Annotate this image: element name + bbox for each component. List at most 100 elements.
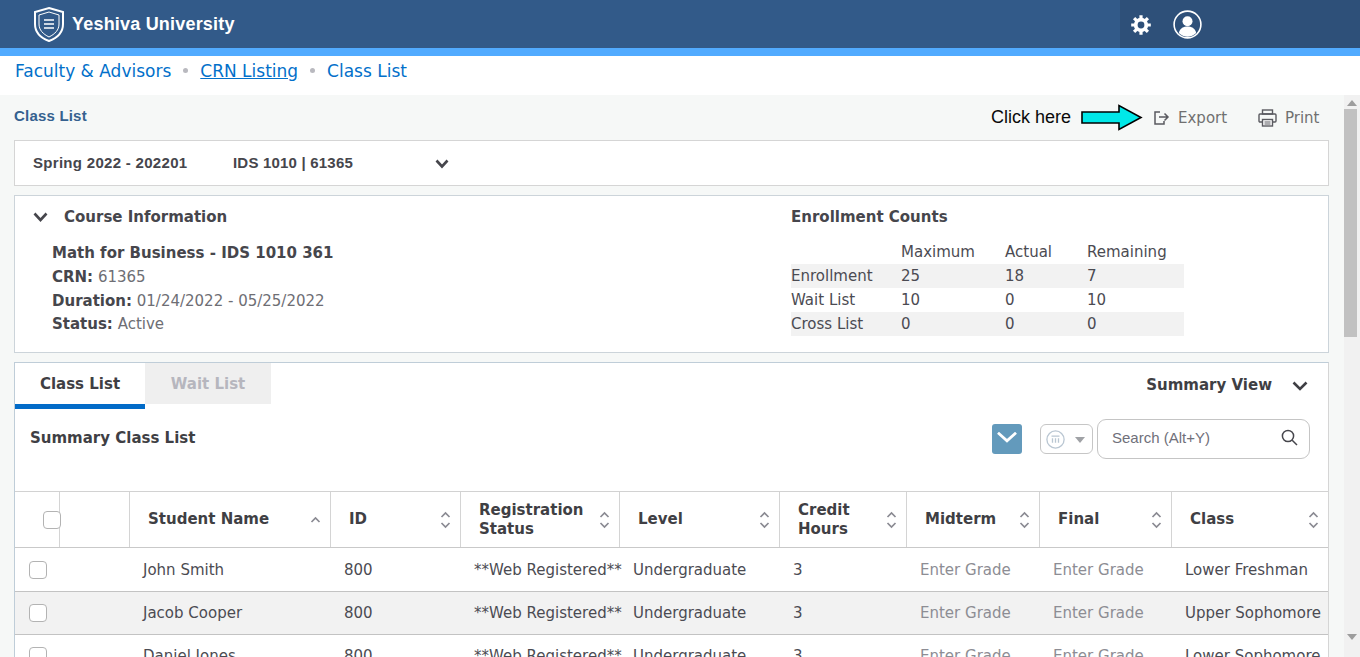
class-table-header: Student Name ID Registration Status Leve… xyxy=(15,491,1328,548)
cell-class: Lower Freshman xyxy=(1172,549,1328,591)
row-blank-cell xyxy=(60,635,130,657)
header-midterm[interactable]: Midterm xyxy=(907,492,1040,547)
filter-caret-icon xyxy=(1075,437,1085,443)
course-title: Math for Business - IDS 1010 361 xyxy=(52,244,333,262)
row-blank-cell xyxy=(60,549,130,591)
cell-midterm[interactable]: Enter Grade xyxy=(907,635,1040,657)
header-credit-hours[interactable]: Credit Hours xyxy=(780,492,907,547)
header-final[interactable]: Final xyxy=(1040,492,1172,547)
cell-class: Upper Sophomore xyxy=(1172,592,1328,634)
header-level[interactable]: Level xyxy=(620,492,780,547)
cell-student-name[interactable]: Jacob Cooper xyxy=(130,592,331,634)
active-tab-underline xyxy=(15,404,145,409)
course-value: IDS 1010 | 61365 xyxy=(233,141,353,185)
header-student-name[interactable]: Student Name xyxy=(130,492,331,547)
tab-wait-list[interactable]: Wait List xyxy=(145,363,271,404)
table-row: Jacob Cooper 800 **Web Registered** Unde… xyxy=(15,592,1328,635)
chevron-down-icon[interactable] xyxy=(435,159,449,169)
term-selector[interactable]: Spring 2022 - 202201 IDS 1010 | 61365 xyxy=(14,140,1329,186)
cell-final[interactable]: Enter Grade xyxy=(1040,549,1172,591)
sort-both-icon[interactable] xyxy=(1308,511,1319,529)
cell-student-name[interactable]: John Smith xyxy=(130,549,331,591)
cell-midterm[interactable]: Enter Grade xyxy=(907,549,1040,591)
cell-level: Undergraduate xyxy=(620,549,780,591)
table-row: John Smith 800 **Web Registered** Underg… xyxy=(15,549,1328,592)
cell-registration-status: **Web Registered** xyxy=(461,635,620,657)
cell-final[interactable]: Enter Grade xyxy=(1040,592,1172,634)
sort-both-icon[interactable] xyxy=(759,511,770,529)
page-scrollbar[interactable] xyxy=(1344,95,1360,657)
cell-final[interactable]: Enter Grade xyxy=(1040,635,1172,657)
export-icon xyxy=(1151,108,1171,128)
search-icon[interactable] xyxy=(1281,429,1298,446)
sort-both-icon[interactable] xyxy=(886,511,897,529)
course-information-title: Course Information xyxy=(64,208,227,226)
breadcrumb-separator-icon xyxy=(183,68,188,73)
breadcrumb-class-list[interactable]: Class List xyxy=(327,61,407,81)
sort-asc-icon[interactable] xyxy=(310,516,321,523)
enrollment-header-row: Maximum Actual Remaining xyxy=(791,240,1184,264)
sort-both-icon[interactable] xyxy=(440,511,451,529)
cell-id: 800 xyxy=(331,635,461,657)
course-crn: CRN: 61365 xyxy=(52,268,146,286)
print-button[interactable]: Print xyxy=(1257,95,1320,140)
sort-both-icon[interactable] xyxy=(599,511,610,529)
row-checkbox[interactable] xyxy=(29,647,47,657)
row-checkbox[interactable] xyxy=(29,604,47,622)
email-icon xyxy=(997,432,1017,446)
row-select-cell xyxy=(15,549,60,591)
filter-icon xyxy=(1046,430,1065,449)
export-label: Export xyxy=(1178,109,1227,127)
breadcrumb-crn-listing[interactable]: CRN Listing xyxy=(200,61,298,81)
course-duration: Duration: 01/24/2022 - 05/25/2022 xyxy=(52,292,325,310)
cell-level: Undergraduate xyxy=(620,635,780,657)
cell-student-name[interactable]: Daniel Jones xyxy=(130,635,331,657)
table-row: Daniel Jones 800 **Web Registered** Unde… xyxy=(15,635,1328,657)
account-user-icon[interactable] xyxy=(1173,10,1202,39)
header-registration-status[interactable]: Registration Status xyxy=(461,492,620,547)
tab-class-list[interactable]: Class List xyxy=(15,363,145,404)
scrollbar-up-icon[interactable] xyxy=(1347,100,1357,106)
filter-button[interactable] xyxy=(1040,424,1093,454)
view-mode-label[interactable]: Summary View xyxy=(1146,363,1272,404)
course-information-panel: Course Information Math for Business - I… xyxy=(14,195,1329,353)
cell-credit-hours: 3 xyxy=(780,635,907,657)
university-logo-icon[interactable] xyxy=(31,6,67,42)
header-id[interactable]: ID xyxy=(331,492,461,547)
enrollment-row: Enrollment 25 18 7 xyxy=(791,264,1184,288)
cell-midterm[interactable]: Enter Grade xyxy=(907,592,1040,634)
cell-class: Lower Sophomore xyxy=(1172,635,1328,657)
scrollbar-down-icon[interactable] xyxy=(1347,634,1357,640)
row-checkbox[interactable] xyxy=(29,561,47,579)
accent-stripe xyxy=(0,48,1360,56)
collapse-chevron-icon[interactable] xyxy=(33,212,48,222)
enrollment-row: Cross List 0 0 0 xyxy=(791,312,1184,336)
app-header: Yeshiva University xyxy=(0,0,1360,48)
breadcrumb: Faculty & Advisors CRN Listing Class Lis… xyxy=(0,56,1360,95)
term-value: Spring 2022 - 202201 xyxy=(33,141,187,185)
sort-both-icon[interactable] xyxy=(1019,511,1030,529)
settings-gear-icon[interactable] xyxy=(1129,13,1153,37)
email-button[interactable] xyxy=(992,424,1022,454)
row-select-cell xyxy=(15,635,60,657)
cell-registration-status: **Web Registered** xyxy=(461,549,620,591)
row-select-cell xyxy=(15,592,60,634)
class-table-body: John Smith 800 **Web Registered** Underg… xyxy=(15,549,1328,657)
course-status: Status: Active xyxy=(52,315,164,333)
search-input[interactable] xyxy=(1112,421,1272,453)
select-all-checkbox[interactable] xyxy=(43,511,61,529)
print-label: Print xyxy=(1285,109,1320,127)
sort-both-icon[interactable] xyxy=(1151,511,1162,529)
export-button[interactable]: Export xyxy=(1151,95,1227,140)
enrollment-counts-table: Maximum Actual Remaining Enrollment 25 1… xyxy=(791,240,1184,336)
cell-credit-hours: 3 xyxy=(780,549,907,591)
scrollbar-thumb[interactable] xyxy=(1344,109,1357,337)
cell-credit-hours: 3 xyxy=(780,592,907,634)
view-mode-chevron-icon[interactable] xyxy=(1292,381,1308,391)
header-class[interactable]: Class xyxy=(1172,492,1328,547)
summary-class-list-title: Summary Class List xyxy=(30,429,195,447)
cell-id: 800 xyxy=(331,549,461,591)
breadcrumb-faculty-advisors[interactable]: Faculty & Advisors xyxy=(15,61,171,81)
header-blank xyxy=(60,492,130,547)
header-select-all xyxy=(15,492,60,547)
